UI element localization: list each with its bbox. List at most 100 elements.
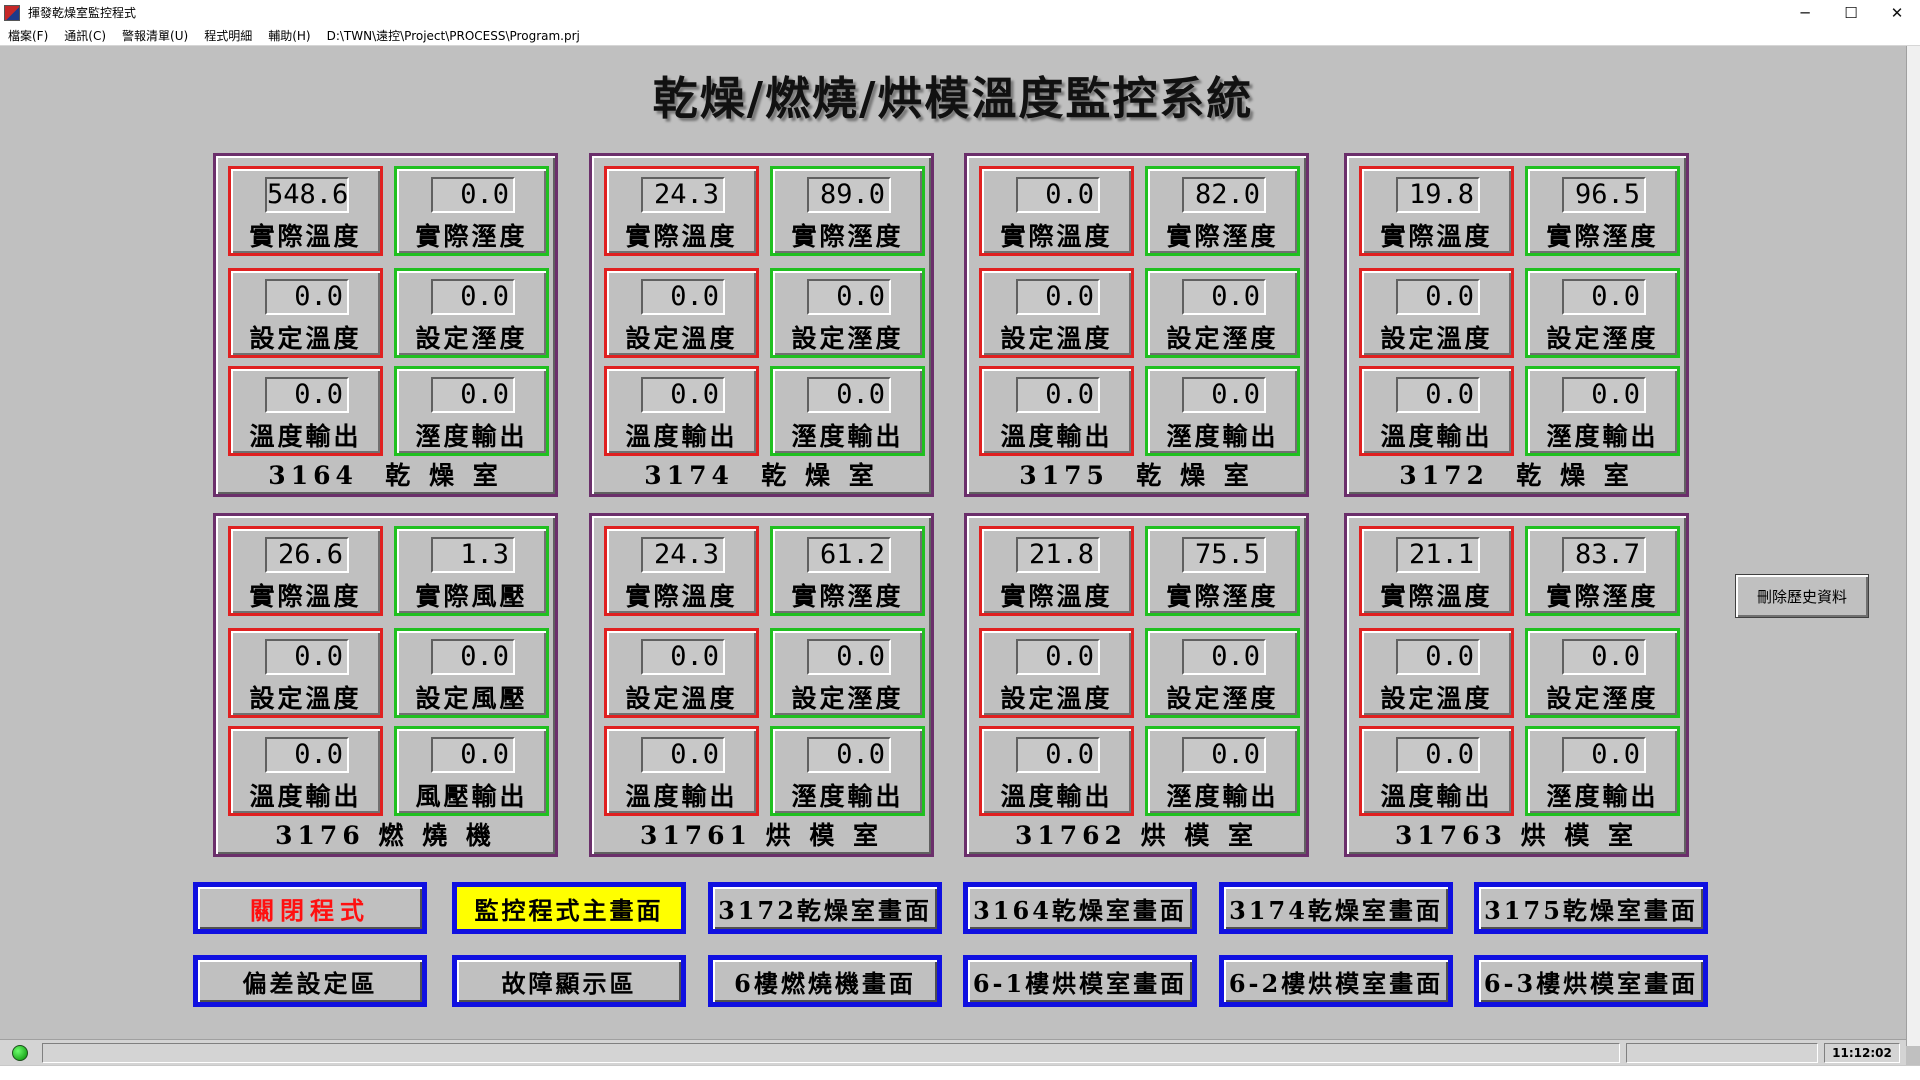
humidity-tile: 0.0 溼度輸出 <box>770 726 925 816</box>
monitor-panel: 26.6 實際溫度 1.3 實際風壓 0.0 設定溫度 0.0 設定風壓 0.0 溫度輸出 0.0 風… <box>213 513 558 857</box>
screen-3174-label: 3174乾燥室畫面 <box>1224 887 1448 929</box>
reading-label: 設定溫度 <box>625 684 738 713</box>
temperature-tile: 0.0 溫度輸出 <box>1359 366 1514 456</box>
screen-3175-button[interactable]: 3175乾燥室畫面 <box>1474 882 1708 934</box>
reading-label: 實際溫度 <box>249 222 362 251</box>
status-info-area <box>1626 1043 1818 1063</box>
status-message-area <box>42 1043 1620 1063</box>
deviation-settings-button[interactable]: 偏差設定區 <box>193 955 427 1007</box>
fault-display-label: 故障顯示區 <box>457 960 681 1002</box>
humidity-tile: 0.0 溼度輸出 <box>394 366 549 456</box>
reading-label: 實際溫度 <box>249 582 362 611</box>
reading-label: 設定溼度 <box>791 684 904 713</box>
reading-value: 75.5 <box>1182 537 1266 573</box>
monitor-panel: 24.3 實際溫度 61.2 實際溼度 0.0 設定溫度 0.0 設定溼度 0.0 溫度輸出 0.0… <box>589 513 934 857</box>
humidity-tile: 75.5 實際溼度 <box>1145 526 1300 616</box>
temperature-tile: 21.8 實際溫度 <box>979 526 1134 616</box>
monitor-panel: 548.6 實際溫度 0.0 實際溼度 0.0 設定溫度 0.0 設定溼度 0.0 溫度輸出 0.0… <box>213 153 558 497</box>
reading-label: 實際溫度 <box>625 582 738 611</box>
reading-value: 21.8 <box>1016 537 1100 573</box>
menu-program-details[interactable]: 程式明細 <box>196 27 260 44</box>
reading-value: 0.0 <box>1562 377 1646 413</box>
reading-value: 0.0 <box>431 279 515 315</box>
reading-label: 設定溼度 <box>791 324 904 353</box>
mold-room-6-2-button[interactable]: 6-2樓烘模室畫面 <box>1219 955 1453 1007</box>
humidity-tile: 0.0 設定溼度 <box>1525 628 1680 718</box>
humidity-tile: 89.0 實際溼度 <box>770 166 925 256</box>
minimize-button[interactable]: ─ <box>1782 0 1828 25</box>
menu-file[interactable]: 檔案(F) <box>0 27 56 44</box>
humidity-tile: 0.0 設定溼度 <box>1145 628 1300 718</box>
temperature-tile: 21.1 實際溫度 <box>1359 526 1514 616</box>
reading-label: 溫度輸出 <box>1000 422 1113 451</box>
temperature-tile: 548.6 實際溫度 <box>228 166 383 256</box>
reading-label: 溼度輸出 <box>1546 422 1659 451</box>
screen-3172-button[interactable]: 3172乾燥室畫面 <box>708 882 942 934</box>
reading-label: 溼度輸出 <box>415 422 528 451</box>
deviation-settings-label: 偏差設定區 <box>198 960 422 1002</box>
status-clock: 11:12:02 <box>1824 1043 1900 1063</box>
reading-value: 26.6 <box>265 537 349 573</box>
humidity-tile: 0.0 溼度輸出 <box>1525 726 1680 816</box>
close-window-button[interactable]: ✕ <box>1874 0 1920 25</box>
reading-value: 1.3 <box>431 537 515 573</box>
reading-value: 0.0 <box>431 177 515 213</box>
reading-label: 溼度輸出 <box>791 782 904 811</box>
maximize-button[interactable]: ☐ <box>1828 0 1874 25</box>
reading-label: 設定溫度 <box>1000 684 1113 713</box>
menu-communication[interactable]: 通訊(C) <box>56 27 114 44</box>
monitor-panel: 21.8 實際溫度 75.5 實際溼度 0.0 設定溫度 0.0 設定溼度 0.0 溫度輸出 0.0… <box>964 513 1309 857</box>
close-program-button[interactable]: 關閉程式 <box>193 882 427 934</box>
reading-label: 溫度輸出 <box>625 782 738 811</box>
reading-value: 548.6 <box>265 177 349 213</box>
reading-label: 實際溼度 <box>1166 582 1279 611</box>
menu-alarm-list[interactable]: 警報清單(U) <box>114 27 196 44</box>
reading-value: 0.0 <box>1016 737 1100 773</box>
mold-room-6-3-button[interactable]: 6-3樓烘模室畫面 <box>1474 955 1708 1007</box>
reading-label: 風壓輸出 <box>415 782 528 811</box>
reading-value: 24.3 <box>641 177 725 213</box>
fault-display-button[interactable]: 故障顯示區 <box>452 955 686 1007</box>
panel-room-label: 3175 乾 燥 室 <box>1019 461 1254 490</box>
reading-label: 設定溫度 <box>1000 324 1113 353</box>
humidity-tile: 0.0 實際溼度 <box>394 166 549 256</box>
menu-help[interactable]: 輔助(H) <box>260 27 318 44</box>
screen-3164-button[interactable]: 3164乾燥室畫面 <box>963 882 1197 934</box>
reading-value: 0.0 <box>641 737 725 773</box>
temperature-tile: 0.0 設定溫度 <box>604 628 759 718</box>
panel-room-label: 31762 烘 模 室 <box>1014 821 1259 850</box>
temperature-tile: 0.0 溫度輸出 <box>604 726 759 816</box>
screen-3175-label: 3175乾燥室畫面 <box>1479 887 1703 929</box>
reading-label: 實際溫度 <box>625 222 738 251</box>
reading-label: 溼度輸出 <box>1166 422 1279 451</box>
screen-3174-button[interactable]: 3174乾燥室畫面 <box>1219 882 1453 934</box>
reading-value: 0.0 <box>1016 377 1100 413</box>
panel-room-label: 3174 乾 燥 室 <box>644 461 879 490</box>
humidity-tile: 0.0 設定溼度 <box>394 268 549 358</box>
reading-label: 設定溫度 <box>1380 324 1493 353</box>
reading-value: 0.0 <box>1016 279 1100 315</box>
reading-value: 0.0 <box>807 639 891 675</box>
reading-label: 設定溫度 <box>249 684 362 713</box>
screen-3172-label: 3172乾燥室畫面 <box>713 887 937 929</box>
reading-label: 實際風壓 <box>415 582 528 611</box>
temperature-tile: 0.0 設定溫度 <box>228 268 383 358</box>
reading-label: 設定溫度 <box>1380 684 1493 713</box>
humidity-tile: 0.0 設定風壓 <box>394 628 549 718</box>
reading-label: 溫度輸出 <box>1380 422 1493 451</box>
humidity-tile: 83.7 實際溼度 <box>1525 526 1680 616</box>
burner-6f-screen-button[interactable]: 6樓燃燒機畫面 <box>708 955 942 1007</box>
reading-value: 61.2 <box>807 537 891 573</box>
reading-value: 89.0 <box>807 177 891 213</box>
mold-room-6-1-button[interactable]: 6-1樓烘模室畫面 <box>963 955 1197 1007</box>
temperature-tile: 26.6 實際溫度 <box>228 526 383 616</box>
humidity-tile: 0.0 設定溼度 <box>770 628 925 718</box>
reading-value: 0.0 <box>431 737 515 773</box>
humidity-tile: 0.0 溼度輸出 <box>770 366 925 456</box>
reading-value: 0.0 <box>1016 639 1100 675</box>
reading-label: 溫度輸出 <box>1000 782 1113 811</box>
main-screen-button[interactable]: 監控程式主畫面 <box>452 882 686 934</box>
temperature-tile: 0.0 實際溫度 <box>979 166 1134 256</box>
humidity-tile: 82.0 實際溼度 <box>1145 166 1300 256</box>
delete-history-button[interactable]: 刪除歷史資料 <box>1735 574 1869 618</box>
